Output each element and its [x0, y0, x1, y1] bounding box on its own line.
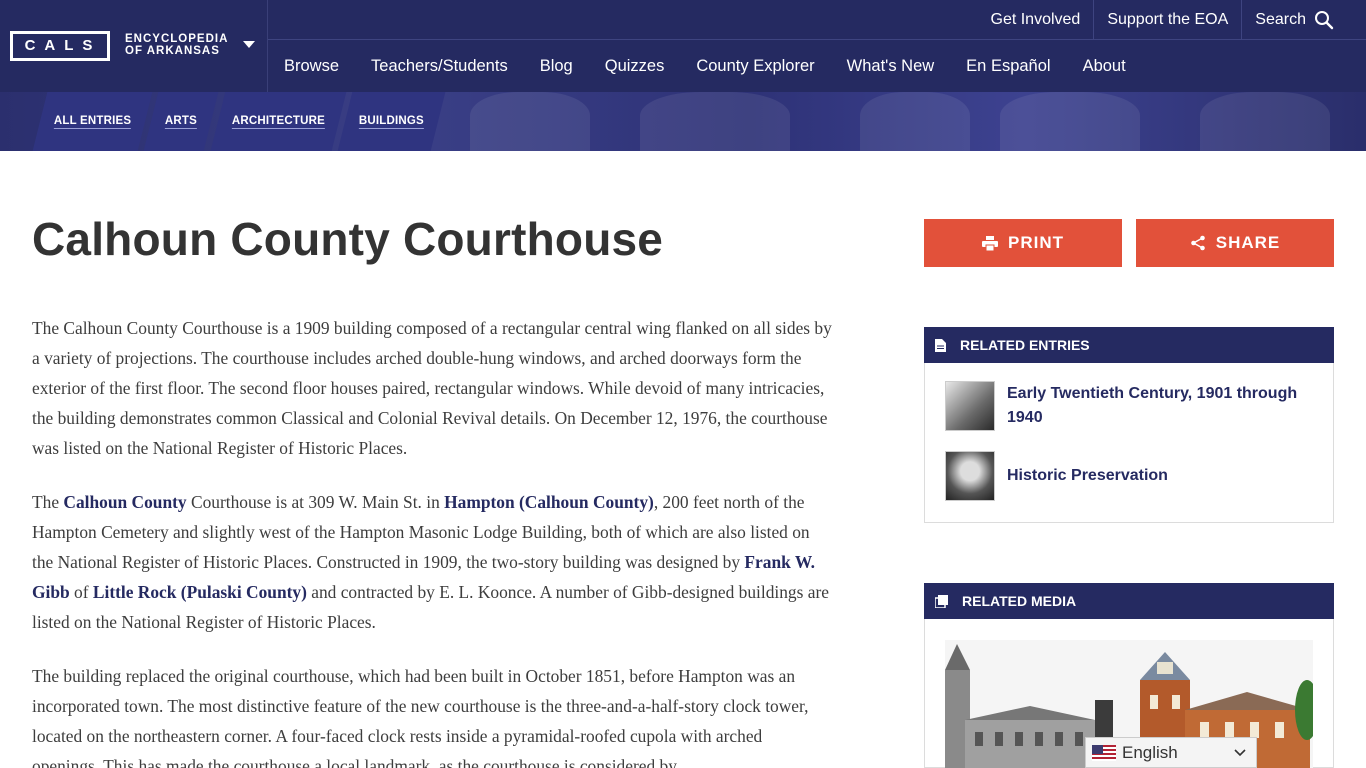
nav-blog[interactable]: Blog [524, 40, 589, 92]
main-nav: Browse Teachers/Students Blog Quizzes Co… [268, 40, 1142, 92]
breadcrumb-buildings[interactable]: BUILDINGS [337, 92, 446, 151]
nav-quizzes[interactable]: Quizzes [589, 40, 681, 92]
band-photo [470, 92, 590, 151]
related-entry-thumbnail [945, 451, 995, 501]
related-media-title: RELATED MEDIA [962, 593, 1077, 609]
printer-icon [982, 235, 998, 251]
related-entry[interactable]: Early Twentieth Century, 1901 through 19… [945, 381, 1327, 431]
article-body: The Calhoun County Courthouse is a 1909 … [32, 313, 832, 768]
share-button[interactable]: SHARE [1136, 219, 1334, 267]
breadcrumb: ALL ENTRIES ARTS ARCHITECTURE BUILDINGS [32, 92, 446, 151]
breadcrumb-label: ARTS [165, 114, 198, 129]
search-icon [1315, 11, 1334, 30]
utility-nav: Get Involved Support the EOA Search [978, 0, 1366, 40]
paragraph-text: of [69, 582, 93, 602]
search-button[interactable]: Search [1241, 0, 1366, 40]
nav-en-espanol[interactable]: En Español [950, 40, 1066, 92]
article-paragraph: The building replaced the original court… [32, 666, 809, 768]
language-label: English [1122, 742, 1178, 762]
images-icon [935, 594, 948, 608]
site-logo[interactable]: CALS ENCYCLOPEDIA OF ARKANSAS [0, 0, 268, 92]
get-involved-link[interactable]: Get Involved [978, 0, 1094, 40]
document-icon [935, 338, 946, 352]
nav-teachers-students[interactable]: Teachers/Students [355, 40, 524, 92]
paragraph-text: The [32, 492, 64, 512]
cals-logo[interactable]: CALS [10, 31, 110, 61]
site-name-line1: ENCYCLOPEDIA [125, 33, 229, 45]
breadcrumb-label: ALL ENTRIES [54, 114, 132, 129]
language-selector[interactable]: English [1085, 737, 1257, 768]
caret-down-icon[interactable] [243, 41, 255, 48]
support-label: Support the EOA [1107, 11, 1229, 28]
site-name[interactable]: ENCYCLOPEDIA OF ARKANSAS [125, 33, 228, 57]
search-label: Search [1255, 11, 1306, 28]
get-involved-label: Get Involved [990, 11, 1081, 28]
site-name-line2: OF ARKANSAS [125, 45, 220, 57]
breadcrumb-all-entries[interactable]: ALL ENTRIES [32, 92, 153, 151]
share-icon [1190, 235, 1205, 251]
support-link[interactable]: Support the EOA [1093, 0, 1241, 40]
band-photo [1000, 92, 1140, 151]
link-little-rock[interactable]: Little Rock (Pulaski County) [93, 582, 307, 602]
share-label: SHARE [1215, 233, 1281, 252]
breadcrumb-label: ARCHITECTURE [231, 114, 325, 129]
breadcrumb-arts[interactable]: ARTS [144, 92, 219, 151]
band-photo [860, 92, 970, 151]
breadcrumb-architecture[interactable]: ARCHITECTURE [210, 92, 346, 151]
chevron-down-icon [1234, 748, 1246, 756]
related-entry-thumbnail [945, 381, 995, 431]
article-paragraph: The Calhoun County Courthouse is a 1909 … [32, 318, 832, 458]
us-flag-icon [1092, 744, 1116, 761]
nav-county-explorer[interactable]: County Explorer [680, 40, 830, 92]
band-photo [1200, 92, 1330, 151]
print-button[interactable]: PRINT [924, 219, 1122, 267]
link-hampton[interactable]: Hampton (Calhoun County) [444, 492, 654, 512]
site-header: CALS ENCYCLOPEDIA OF ARKANSAS Get Involv… [0, 0, 1366, 92]
related-entries-panel: Early Twentieth Century, 1901 through 19… [924, 363, 1334, 523]
related-entry-label: Early Twentieth Century, 1901 through 19… [1007, 385, 1298, 426]
nav-whats-new[interactable]: What's New [831, 40, 951, 92]
breadcrumb-label: BUILDINGS [358, 114, 424, 129]
related-media-header: RELATED MEDIA [924, 583, 1334, 619]
link-calhoun-county[interactable]: Calhoun County [63, 492, 186, 512]
article-paragraph: The Calhoun County Courthouse is at 309 … [32, 487, 832, 637]
related-entry[interactable]: Historic Preservation [945, 451, 1327, 501]
related-entry-label: Historic Preservation [1007, 467, 1168, 484]
page-title: Calhoun County Courthouse [32, 213, 664, 265]
paragraph-text: Courthouse is at 309 W. Main St. in [186, 492, 445, 512]
print-label: PRINT [1008, 233, 1064, 252]
related-entries-title: RELATED ENTRIES [960, 337, 1090, 353]
band-photo [640, 92, 790, 151]
nav-browse[interactable]: Browse [268, 40, 355, 92]
related-entries-header: RELATED ENTRIES [924, 327, 1334, 363]
nav-about[interactable]: About [1067, 40, 1142, 92]
